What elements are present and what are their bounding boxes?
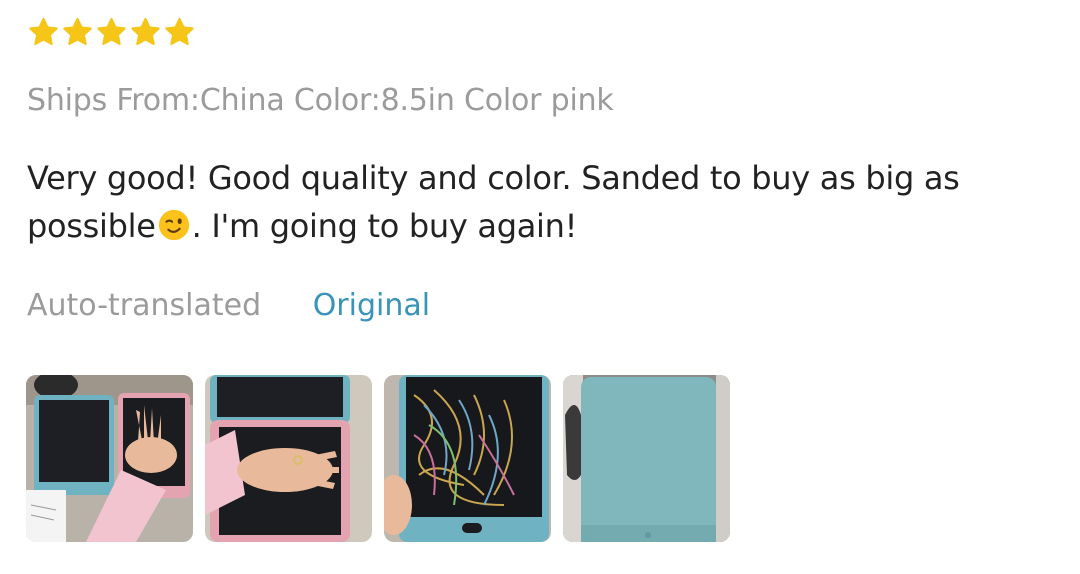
auto-translated-label: Auto-translated <box>27 288 262 323</box>
review-photos <box>26 375 730 542</box>
star-icon <box>97 17 126 46</box>
translation-toggle: Auto-translated Original <box>27 288 430 323</box>
star-icon <box>131 17 160 46</box>
review-text: Very good! Good quality and color. Sande… <box>27 154 1047 250</box>
review-text-part2: . I'm going to buy again! <box>191 207 578 245</box>
review-photo-3[interactable] <box>384 375 551 542</box>
review-card: Ships From:China Color:8.5in Color pink … <box>0 0 1080 574</box>
star-icon <box>165 17 194 46</box>
tablet-photo-image <box>563 375 730 542</box>
tablet-photo-image <box>205 375 372 542</box>
original-link[interactable]: Original <box>313 288 430 323</box>
tablet-photo-image <box>384 375 551 542</box>
star-icon <box>29 17 58 46</box>
winking-face-icon <box>158 209 189 241</box>
star-icon <box>63 17 92 46</box>
review-photo-4[interactable] <box>563 375 730 542</box>
review-photo-1[interactable] <box>26 375 193 542</box>
review-photo-2[interactable] <box>205 375 372 542</box>
star-rating <box>27 16 196 49</box>
sku-info: Ships From:China Color:8.5in Color pink <box>27 83 614 118</box>
tablet-photo-image <box>26 375 193 542</box>
